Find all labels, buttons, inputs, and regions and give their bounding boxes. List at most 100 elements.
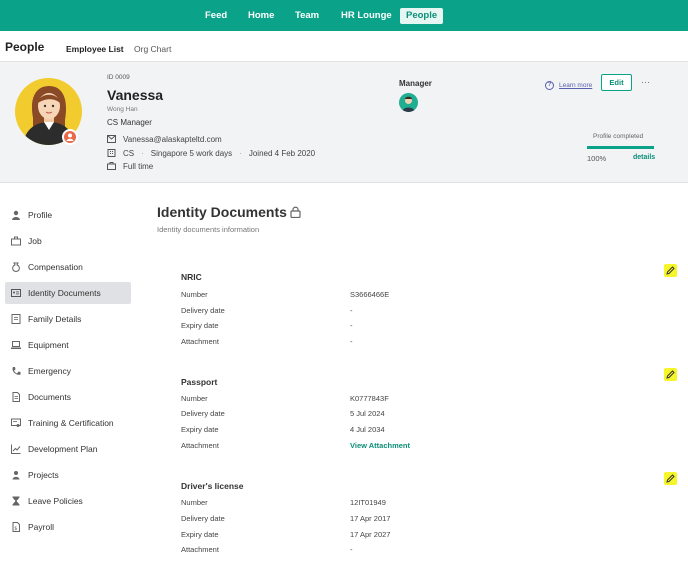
sidebar-item-profile[interactable]: Profile: [5, 204, 131, 226]
money-bag-icon: [12, 262, 20, 272]
sidebar-item-family-details[interactable]: Family Details: [5, 308, 131, 330]
field-value: S3666466E: [350, 290, 390, 299]
hourglass-icon: [12, 496, 20, 506]
nav-people[interactable]: People: [400, 8, 444, 24]
sidebar-item-label: Family Details: [28, 314, 82, 324]
sidebar-item-projects[interactable]: Projects: [5, 464, 131, 486]
field-label: Attachment: [181, 337, 219, 346]
field-label: Attachment: [181, 545, 219, 554]
separator-dot: ·: [239, 148, 242, 158]
manager-label: Manager: [399, 79, 432, 88]
field-label: Number: [181, 498, 208, 507]
field-value: -: [350, 306, 353, 315]
profile-completed-label: Profile completed: [593, 133, 644, 140]
sidebar-item-label: Profile: [28, 210, 53, 220]
laptop-icon: [11, 341, 21, 349]
separator-dot: ·: [141, 148, 144, 158]
section-title: Identity Documents: [157, 204, 287, 220]
employee-email: Vanessa@alaskapteltd.com: [123, 134, 222, 144]
sidebar-item-label: Projects: [28, 470, 59, 480]
details-link[interactable]: details: [633, 154, 655, 161]
tab-org-chart[interactable]: Org Chart: [134, 44, 171, 54]
page-subheader: People Employee List Org Chart: [0, 31, 688, 62]
sidebar-item-training-certification[interactable]: Training & Certification: [5, 412, 131, 434]
phone-icon: [12, 367, 21, 375]
profile-completed-progress: [587, 146, 654, 149]
edit-nric-button[interactable]: [664, 264, 677, 277]
sidebar-item-label: Leave Policies: [28, 496, 83, 506]
pencil-icon: [666, 474, 675, 483]
sidebar-item-compensation[interactable]: Compensation: [5, 256, 131, 278]
avatar-status-badge: [62, 129, 78, 145]
email-row: Vanessa@alaskapteltd.com: [107, 134, 222, 144]
field-value: 17 Apr 2017: [350, 514, 391, 523]
field-label: Delivery date: [181, 306, 225, 315]
sidebar-item-label: Training & Certification: [28, 418, 114, 428]
top-navigation-bar: Feed Home Team HR Lounge People: [0, 0, 688, 31]
sidebar-item-label: Identity Documents: [28, 288, 101, 298]
document-title-nric: NRIC: [181, 272, 202, 282]
field-label: Expiry date: [181, 530, 219, 539]
sidebar-item-development-plan[interactable]: Development Plan: [5, 438, 131, 460]
employment-row: Full time: [107, 161, 153, 171]
sidebar-item-equipment[interactable]: Equipment: [5, 334, 131, 356]
person-icon: [12, 210, 20, 220]
more-options-icon[interactable]: ···: [641, 77, 650, 87]
family-icon: [11, 314, 21, 324]
employee-name: Vanessa: [107, 87, 164, 103]
sidebar-item-label: Development Plan: [28, 444, 98, 454]
field-value: 5 Jul 2024: [350, 409, 385, 418]
edit-button[interactable]: Edit: [601, 74, 632, 91]
manager-avatar[interactable]: [399, 93, 418, 112]
sidebar-item-documents[interactable]: Documents: [5, 386, 131, 408]
sidebar-item-label: Documents: [28, 392, 71, 402]
help-icon[interactable]: ?: [545, 81, 554, 90]
page-title: People: [5, 40, 45, 54]
nav-team[interactable]: Team: [293, 8, 321, 24]
field-label: Number: [181, 290, 208, 299]
sidebar-item-emergency[interactable]: Emergency: [5, 360, 131, 382]
sidebar-item-label: Payroll: [28, 522, 54, 532]
field-value: -: [350, 337, 353, 346]
nav-hr-lounge[interactable]: HR Lounge: [339, 8, 394, 24]
employee-schedule: Singapore 5 work days: [150, 148, 233, 158]
sidebar-item-label: Equipment: [28, 340, 69, 350]
nav-feed[interactable]: Feed: [203, 8, 229, 24]
employment-type: Full time: [123, 161, 154, 171]
progress-fill: [587, 146, 654, 149]
field-value: 12IT01949: [350, 498, 386, 507]
section-subtitle: Identity documents information: [157, 225, 260, 234]
profile-header: ID 0009 Vanessa Wong Han CS Manager Vane…: [0, 62, 688, 183]
payroll-icon: $: [12, 522, 20, 532]
employee-joined: Joined 4 Feb 2020: [248, 148, 316, 158]
document-icon: [12, 392, 20, 402]
sidebar-item-label: Job: [28, 236, 42, 246]
briefcase-icon: [107, 162, 116, 170]
pencil-icon: [666, 370, 675, 379]
learn-more-link[interactable]: Learn more: [559, 82, 592, 89]
edit-drivers-license-button[interactable]: [664, 472, 677, 485]
chart-icon: [11, 444, 21, 454]
employee-department: CS: [123, 148, 135, 158]
employee-position: CS Manager: [107, 118, 152, 127]
field-value: -: [350, 545, 353, 554]
certificate-icon: [11, 418, 21, 427]
tab-employee-list[interactable]: Employee List: [66, 44, 124, 54]
pencil-icon: [666, 266, 675, 275]
sidebar-item-identity-documents[interactable]: Identity Documents: [5, 282, 131, 304]
project-icon: [12, 471, 20, 480]
sidebar-item-job[interactable]: Job: [5, 230, 131, 252]
field-value: 17 Apr 2027: [350, 530, 391, 539]
view-attachment-link[interactable]: View Attachment: [350, 441, 410, 450]
edit-passport-button[interactable]: [664, 368, 677, 381]
sidebar-item-payroll[interactable]: $ Payroll: [5, 516, 131, 538]
work-info-row: CS · Singapore 5 work days · Joined 4 Fe…: [107, 148, 315, 158]
svg-text:$: $: [14, 526, 17, 532]
field-value: 4 Jul 2034: [350, 425, 385, 434]
sidebar-item-leave-policies[interactable]: Leave Policies: [5, 490, 131, 512]
nav-home[interactable]: Home: [246, 8, 276, 24]
id-card-icon: [11, 289, 21, 297]
employee-subname: Wong Han: [107, 106, 138, 113]
field-value: K0777843F: [350, 394, 389, 403]
document-title-drivers-license: Driver's license: [181, 481, 244, 491]
